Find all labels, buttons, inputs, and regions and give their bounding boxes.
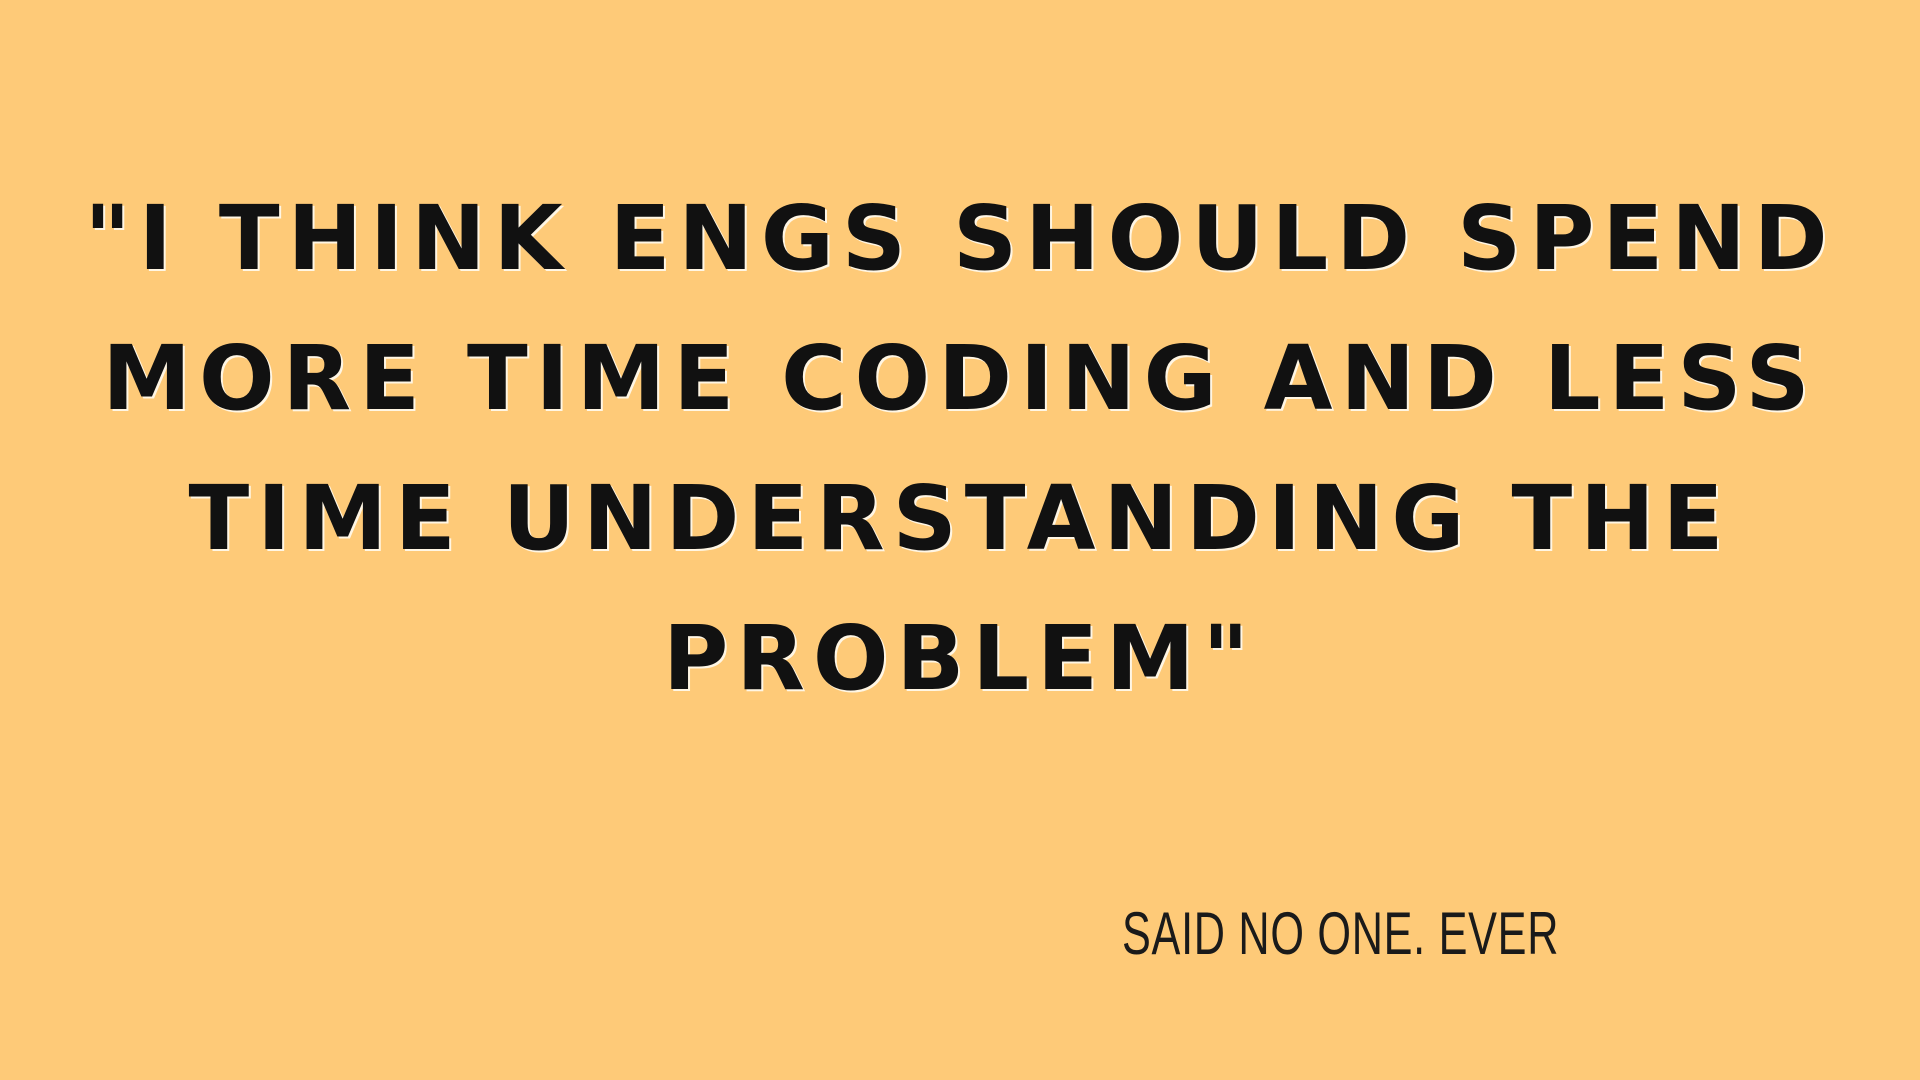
quote-text: "I THINK ENGS SHOULD SPEND MORE TIME COD… <box>0 168 1920 728</box>
attribution-text: SAID NO ONE. EVER <box>1122 900 1560 967</box>
quote-line-4: PROBLEM" <box>663 606 1257 710</box>
quote-line-3: TIME UNDERSTANDING THE <box>188 466 1732 570</box>
quote-line-2: MORE TIME CODING AND LESS <box>102 326 1818 430</box>
quote-line-1: "I THINK ENGS SHOULD SPEND <box>84 186 1836 290</box>
